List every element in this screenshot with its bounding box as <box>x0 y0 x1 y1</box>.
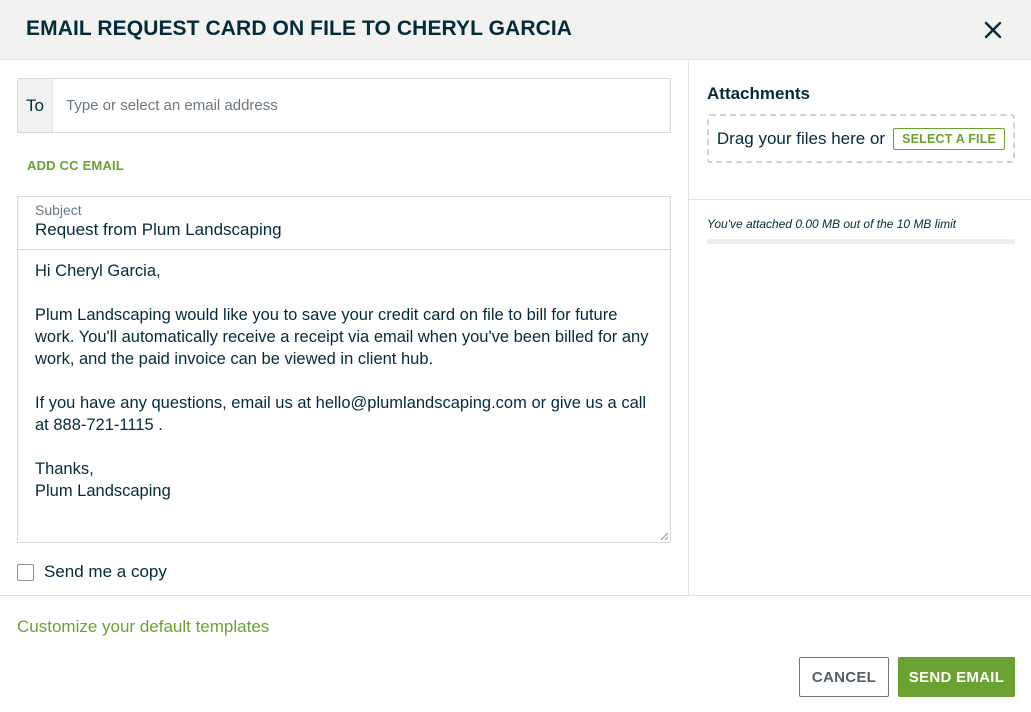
dialog-header: EMAIL REQUEST CARD ON FILE TO CHERYL GAR… <box>0 0 1031 60</box>
attachment-usage-bar <box>707 239 1015 244</box>
message-signature: Plum Landscaping <box>35 482 171 500</box>
dialog-title: EMAIL REQUEST CARD ON FILE TO CHERYL GAR… <box>26 17 573 40</box>
footer-divider <box>0 595 1031 596</box>
drop-zone-text: Drag your files here or <box>716 128 886 148</box>
attachment-limit-text: You've attached 0.00 MB out of the 10 MB… <box>707 217 957 231</box>
to-label: To <box>18 79 53 132</box>
send-copy-option[interactable]: Send me a copy <box>17 562 167 582</box>
message-greeting: Hi Cheryl Garcia, <box>35 262 161 280</box>
subject-field[interactable]: Subject Request from Plum Landscaping <box>18 197 670 250</box>
message-paragraph: If you have any questions, email us at h… <box>35 394 647 434</box>
cancel-button[interactable]: CANCEL <box>799 657 889 697</box>
close-icon <box>984 21 1002 39</box>
message-signoff: Thanks, <box>35 460 94 478</box>
add-cc-email-link[interactable]: ADD CC EMAIL <box>27 158 124 173</box>
customize-templates-link[interactable]: Customize your default templates <box>17 617 269 637</box>
pane-divider <box>688 61 689 595</box>
attachments-title: Attachments <box>707 84 810 103</box>
compose-pane: To ADD CC EMAIL Subject Request from Plu… <box>0 61 688 595</box>
to-field: To <box>17 78 671 133</box>
message-box: Subject Request from Plum Landscaping Hi… <box>17 196 671 543</box>
send-email-button[interactable]: SEND EMAIL <box>898 657 1015 697</box>
subject-input[interactable]: Request from Plum Landscaping <box>35 220 282 240</box>
subject-label: Subject <box>35 202 82 218</box>
close-button[interactable] <box>979 16 1007 44</box>
file-drop-zone[interactable]: Drag your files here or SELECT A FILE <box>707 114 1015 163</box>
message-paragraph: Plum Landscaping would like you to save … <box>35 306 649 368</box>
attachments-divider <box>689 199 1031 200</box>
message-body-textarea[interactable]: Hi Cheryl Garcia, Plum Landscaping would… <box>35 260 655 502</box>
send-copy-label: Send me a copy <box>44 562 167 581</box>
send-copy-checkbox[interactable] <box>17 563 34 581</box>
select-file-button[interactable]: SELECT A FILE <box>893 127 1006 150</box>
resize-handle-icon[interactable] <box>659 531 669 541</box>
to-email-input[interactable] <box>53 79 670 132</box>
